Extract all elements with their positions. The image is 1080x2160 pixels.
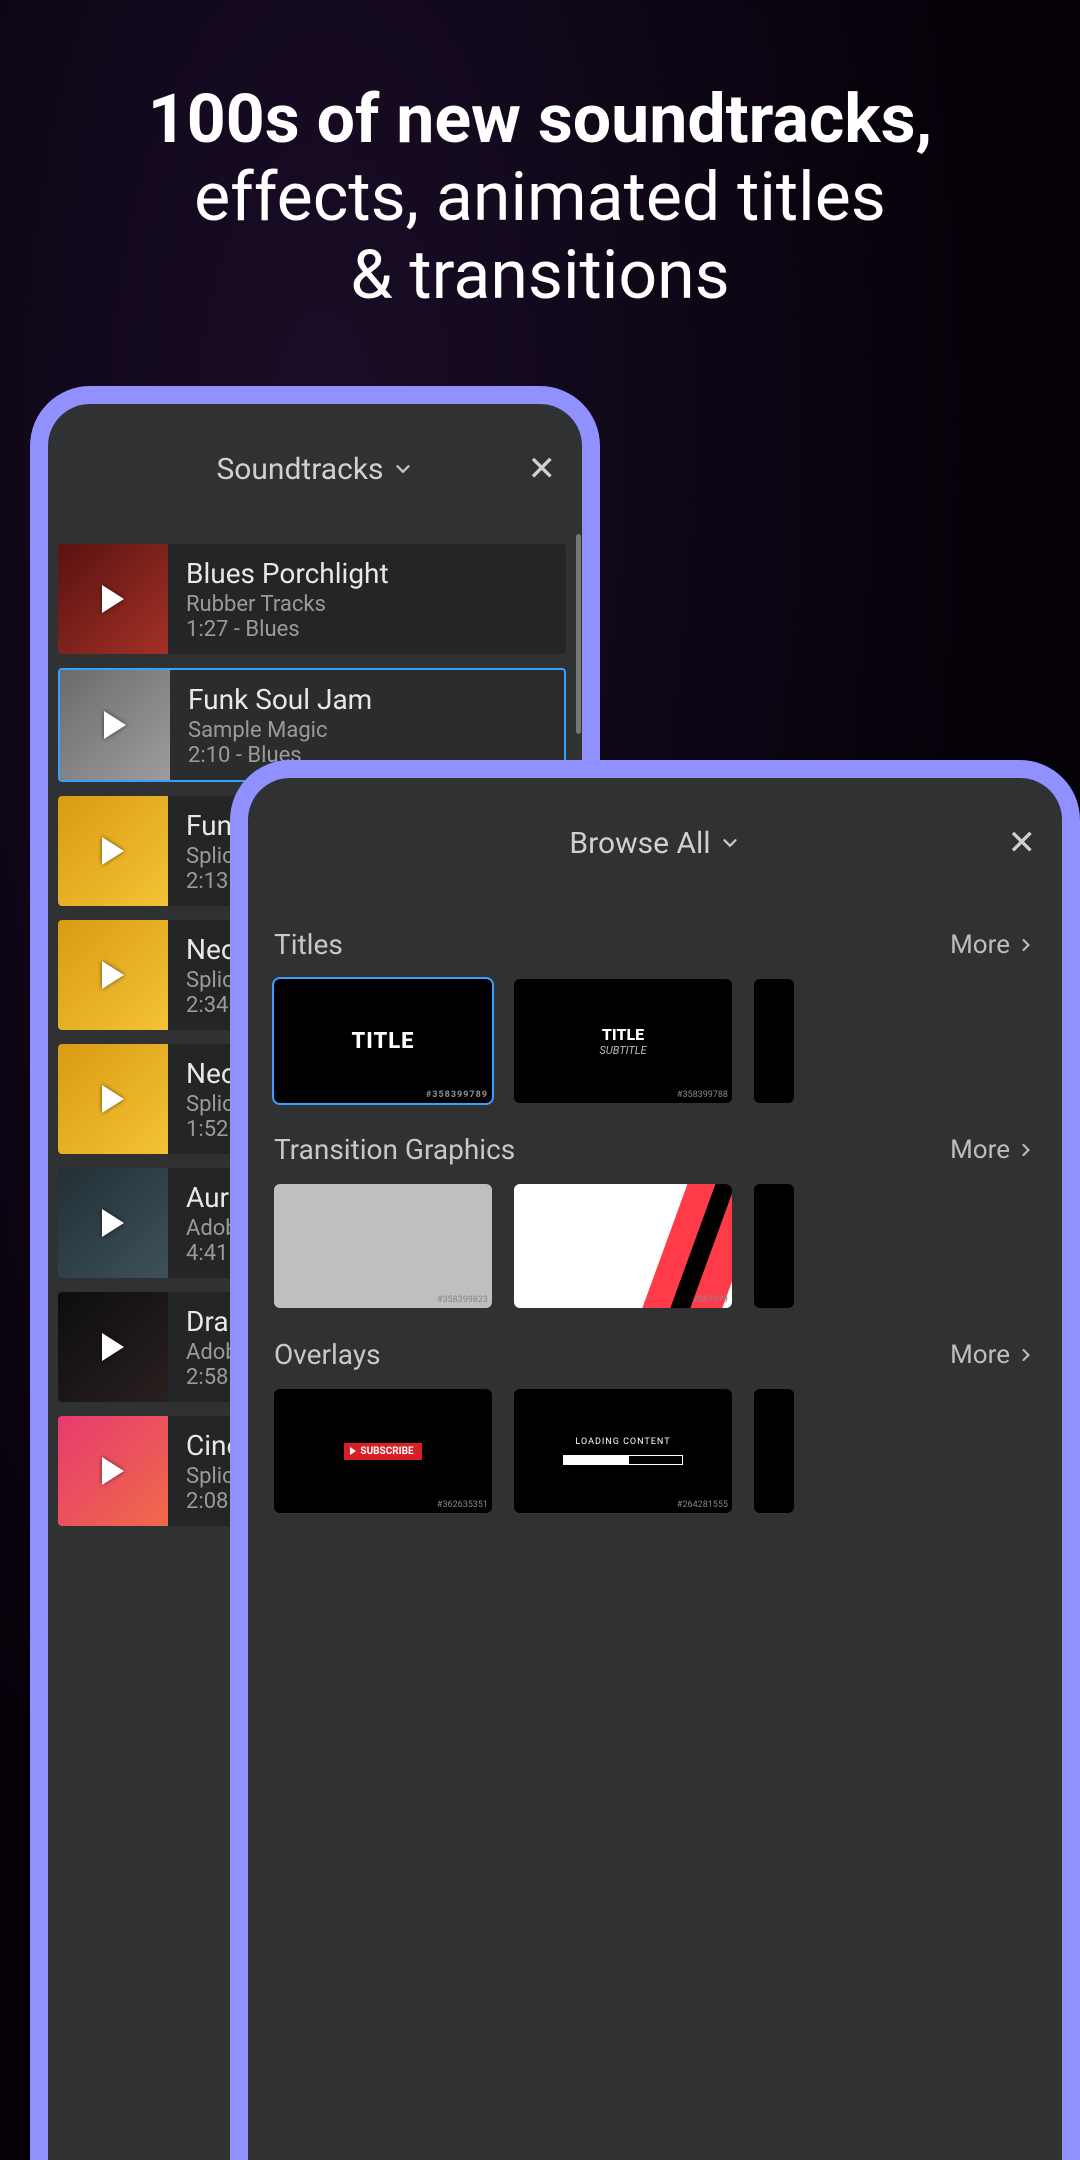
chevron-right-icon [1016,1140,1036,1160]
track-thumb[interactable] [60,670,170,780]
card-id-tag: #358399823 [437,1295,488,1305]
scrollbar[interactable] [576,534,581,734]
section-title: Overlays [274,1338,381,1371]
browse-section: Overlays More SUBSCRIBE #362635351 LOADING C… [248,1318,1062,1523]
track-thumb[interactable] [58,544,168,654]
card-subtext: SUBTITLE [599,1044,646,1057]
play-icon [102,585,124,613]
track-thumb[interactable] [58,920,168,1030]
headline-line-2: effects, animated titles [194,157,886,237]
chevron-down-icon [719,832,741,854]
card-row: SUBSCRIBE #362635351 LOADING CONTENT #26428… [274,1389,1036,1513]
more-button[interactable]: More [950,1135,1036,1165]
more-button[interactable]: More [950,1340,1036,1370]
play-icon [350,1447,356,1455]
card-text: LOADING CONTENT [575,1437,670,1447]
section-title: Transition Graphics [274,1133,515,1166]
card-id-tag: #358399789 [426,1090,488,1100]
play-icon [104,711,126,739]
card-text: SUBSCRIBE [360,1446,413,1457]
asset-card[interactable]: SUBSCRIBE #362635351 [274,1389,492,1513]
soundtracks-header-label: Soundtracks [216,452,383,487]
asset-card[interactable] [754,1389,794,1513]
play-icon [102,961,124,989]
card-row: TITLE#358399789TITLESUBTITLE#358399788 [274,979,1036,1103]
track-thumb[interactable] [58,1044,168,1154]
card-text: TITLE [602,1025,644,1044]
play-icon [102,1209,124,1237]
card-text: TITLE [351,1029,414,1054]
headline-bold: 100s of new soundtracks, [148,79,933,159]
card-id-tag: #362635351 [437,1500,488,1510]
track-thumb[interactable] [58,1292,168,1402]
play-icon [102,1333,124,1361]
browse-header-label: Browse All [569,826,710,861]
asset-card[interactable] [754,1184,794,1308]
chevron-down-icon [392,458,414,480]
close-icon[interactable]: ✕ [528,449,557,489]
more-label: More [950,1135,1010,1165]
asset-card[interactable]: TITLESUBTITLE #358399788 [514,979,732,1103]
asset-card[interactable]: LOADING CONTENT #264281555 [514,1389,732,1513]
subscribe-pill: SUBSCRIBE [344,1443,421,1460]
close-icon[interactable]: ✕ [1008,823,1037,863]
card-id-tag: #358399788 [677,1090,728,1100]
card-id-tag: #264281555 [677,1500,728,1510]
card-row: #358399823 #282367979 [274,1184,1036,1308]
track-title: Funk Soul Jam [188,683,372,716]
track-thumb[interactable] [58,1168,168,1278]
more-button[interactable]: More [950,930,1036,960]
track-artist: Rubber Tracks [186,592,389,617]
marketing-headline: 100s of new soundtracks, effects, animat… [0,0,1080,315]
soundtracks-header[interactable]: Soundtracks ✕ [48,404,582,534]
track-thumb[interactable] [58,796,168,906]
track-thumb[interactable] [58,1416,168,1526]
section-title: Titles [274,928,343,961]
headline-line-3: & transitions [350,235,730,315]
play-icon [102,1457,124,1485]
browse-body: TitlesMoreTITLE#358399789TITLESUBTITLE#3… [248,908,1062,2160]
browse-section: Transition Graphics More #358399823 #282367… [248,1113,1062,1318]
asset-card[interactable] [754,979,794,1103]
more-label: More [950,930,1010,960]
card-id-tag: #282367979 [677,1295,728,1305]
chevron-right-icon [1016,935,1036,955]
browse-header[interactable]: Browse All ✕ [248,778,1062,908]
browse-panel: Browse All ✕ TitlesMoreTITLE#358399789TI… [230,760,1080,2160]
browse-section: TitlesMoreTITLE#358399789TITLESUBTITLE#3… [248,908,1062,1113]
play-icon [102,1085,124,1113]
track-artist: Sample Magic [188,718,372,743]
track-row[interactable]: Blues PorchlightRubber Tracks1:27 - Blue… [58,544,566,654]
progress-bar [563,1455,683,1465]
asset-card[interactable]: TITLE #358399789 [274,979,492,1103]
track-title: Blues Porchlight [186,557,389,590]
track-meta: Funk Soul JamSample Magic2:10 - Blues [170,683,372,768]
track-meta: Blues PorchlightRubber Tracks1:27 - Blue… [168,557,389,642]
asset-card[interactable]: #282367979 [514,1184,732,1308]
more-label: More [950,1340,1010,1370]
asset-card[interactable]: #358399823 [274,1184,492,1308]
track-duration-genre: 1:27 - Blues [186,617,389,642]
chevron-right-icon [1016,1345,1036,1365]
play-icon [102,837,124,865]
